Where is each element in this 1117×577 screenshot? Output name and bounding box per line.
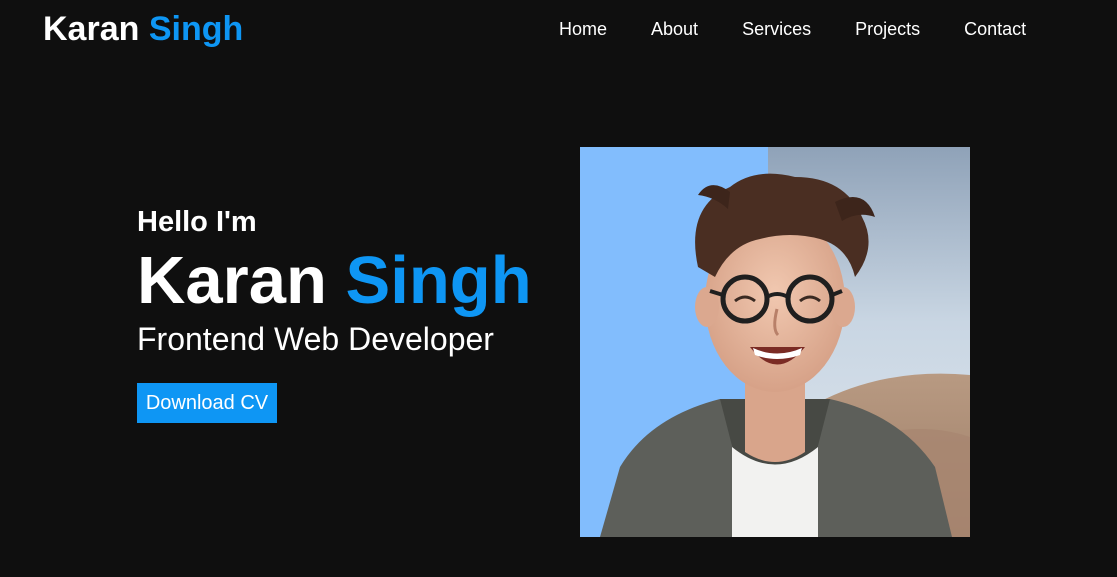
logo-last-name: Singh	[148, 10, 244, 48]
hero-last-name: Singh	[345, 243, 532, 318]
nav-item-projects[interactable]: Projects	[855, 18, 920, 40]
hero-first-name: Karan	[137, 243, 327, 318]
hero-name: Karan Singh	[137, 242, 532, 320]
page: Karan Singh Home About Services Projects…	[0, 0, 1117, 577]
logo-first-name: Karan	[43, 10, 140, 48]
nav-item-services[interactable]: Services	[742, 18, 811, 40]
nav-item-home[interactable]: Home	[559, 18, 607, 40]
site-logo[interactable]: Karan Singh	[43, 9, 243, 49]
hero-greeting: Hello I'm	[137, 206, 257, 238]
nav-item-contact[interactable]: Contact	[964, 18, 1026, 40]
profile-photo	[580, 147, 970, 537]
main-nav: Home About Services Projects Contact	[559, 18, 1026, 40]
hero-role: Frontend Web Developer	[137, 321, 494, 357]
nav-item-about[interactable]: About	[651, 18, 698, 40]
download-cv-button[interactable]: Download CV	[137, 383, 277, 423]
